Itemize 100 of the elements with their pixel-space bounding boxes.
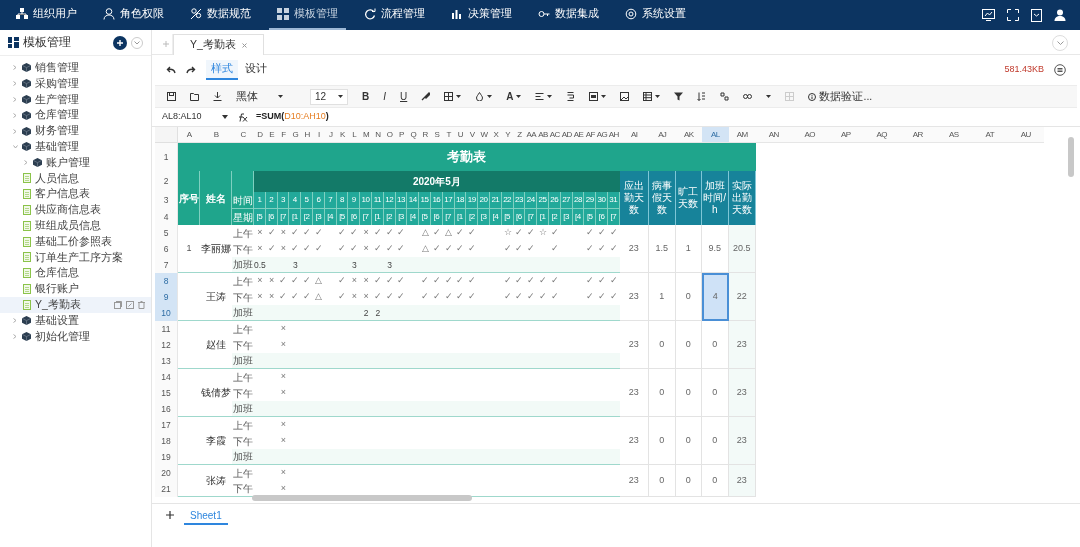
tree-item[interactable]: 生产管理 xyxy=(0,91,151,108)
tree-item[interactable]: 基础管理 xyxy=(0,139,151,155)
mode-tab[interactable]: 设计 xyxy=(240,60,272,80)
attendance-mark: ✓ xyxy=(290,226,301,240)
attendance-mark: ✓ xyxy=(514,226,525,240)
nav-tab[interactable]: 组织用户 xyxy=(8,0,85,30)
nav-tab[interactable]: 模板管理 xyxy=(269,0,346,30)
attendance-mark: ✓ xyxy=(420,274,431,288)
key-icon xyxy=(538,8,550,20)
align-icon xyxy=(535,92,545,101)
attendance-mark: ✓ xyxy=(585,242,596,256)
day-header: 24 xyxy=(525,192,538,209)
tree-item[interactable]: 财务管理 xyxy=(0,123,151,139)
cube-icon xyxy=(22,331,31,341)
bold-button[interactable]: B xyxy=(362,89,370,104)
table-cell: 0 xyxy=(648,465,676,497)
attendance-mark: ✓ xyxy=(597,226,607,240)
table-cell: 0 xyxy=(701,465,729,497)
menu-icon[interactable] xyxy=(1054,64,1066,76)
attendance-mark: ✓ xyxy=(396,242,407,256)
folder-icon xyxy=(190,92,199,101)
tree-item[interactable]: 人员信息 xyxy=(0,170,151,187)
column-header: W xyxy=(478,127,490,143)
redo-icon[interactable] xyxy=(186,66,196,74)
cell-reference[interactable]: AL8:AL10 xyxy=(162,110,214,124)
font-color-button[interactable]: A xyxy=(506,89,522,104)
nav-tab[interactable]: 决策管理 xyxy=(443,0,520,30)
fullscreen-icon[interactable] xyxy=(1007,9,1019,21)
formula-field[interactable]: =SUM(D10:AH10) xyxy=(256,110,329,124)
nav-tab[interactable]: 数据集成 xyxy=(530,0,607,30)
nav-tab[interactable]: 流程管理 xyxy=(356,0,433,30)
attendance-mark: ✓ xyxy=(467,242,478,256)
weekday-header: [5 xyxy=(254,209,266,225)
attendance-mark: ✓ xyxy=(597,274,607,288)
edit-icon[interactable] xyxy=(126,300,134,309)
attendance-mark: ✓ xyxy=(266,226,277,240)
disabled-grid-icon xyxy=(785,92,795,101)
tree-item[interactable]: 客户信息表 xyxy=(0,186,151,203)
font-dropdown[interactable]: 黑体 xyxy=(236,88,296,105)
file-size: 581.43KB xyxy=(1004,63,1044,77)
attendance-mark: ✓ xyxy=(538,274,548,288)
tree-item[interactable]: 仓库信息 xyxy=(0,265,151,282)
refresh-icon xyxy=(364,8,376,20)
sheet-icon xyxy=(23,173,31,184)
tree-item-label: 仓库管理 xyxy=(35,107,79,123)
column-header: AM xyxy=(728,127,756,143)
close-icon xyxy=(241,42,247,48)
day-header: 14 xyxy=(407,192,420,209)
attendance-mark: × xyxy=(279,386,288,400)
table-cell: 0 xyxy=(701,369,729,417)
tree-item[interactable]: 供应商信息表 xyxy=(0,202,151,218)
vertical-scrollbar[interactable] xyxy=(1068,137,1074,177)
undo-icon[interactable] xyxy=(166,66,176,74)
mode-tab[interactable]: 样式 xyxy=(206,60,238,80)
data-validation-button[interactable]: 数据验证... xyxy=(808,88,873,105)
tree-item[interactable]: Y_考勤表 xyxy=(0,296,151,313)
tree-item[interactable]: 销售管理 xyxy=(0,60,151,76)
tree-item[interactable]: 采购管理 xyxy=(0,75,151,92)
font-size-dropdown[interactable]: 12 xyxy=(310,88,348,105)
table-cell-text: 上午 xyxy=(232,466,254,481)
document-tab[interactable]: Y_考勤表 xyxy=(173,34,264,55)
dropdown-button[interactable] xyxy=(766,95,772,98)
tree-item[interactable]: 基础工价参照表 xyxy=(0,233,151,250)
italic-button[interactable]: I xyxy=(383,89,386,104)
delete-icon[interactable] xyxy=(138,300,145,309)
column-header: AI xyxy=(619,127,649,143)
cube-icon xyxy=(33,158,42,168)
table-cell: 23 xyxy=(728,321,756,369)
nav-tab[interactable]: 数据规范 xyxy=(182,0,259,30)
tree-item[interactable]: 班组成员信息 xyxy=(0,217,151,234)
attendance-mark: ✓ xyxy=(372,290,383,304)
attendance-mark: ✓ xyxy=(443,242,454,256)
tree-item-label: 账户管理 xyxy=(46,154,90,170)
monitor-chart-icon[interactable] xyxy=(982,9,995,21)
tree-item[interactable]: 仓库管理 xyxy=(0,107,151,124)
tree-item[interactable]: 初始化管理 xyxy=(0,328,151,345)
tree-item[interactable]: 订单生产工序方案 xyxy=(0,249,151,266)
table-cell: 23 xyxy=(728,369,756,417)
tree-item[interactable]: 账户管理 xyxy=(0,154,151,171)
table-cell-text: 上午 xyxy=(232,418,254,433)
attendance-mark: ✓ xyxy=(337,274,348,288)
underline-button[interactable]: U xyxy=(400,89,408,104)
user-avatar-icon[interactable] xyxy=(1054,9,1066,21)
table-cell-text: 3 xyxy=(350,258,358,272)
copy-icon[interactable] xyxy=(114,300,122,309)
horizontal-scrollbar[interactable] xyxy=(252,495,472,501)
nav-tab[interactable]: 系统设置 xyxy=(617,0,694,30)
attendance-mark: ✓ xyxy=(372,242,383,256)
add-sheet-icon[interactable] xyxy=(166,511,174,519)
row-header: 12 xyxy=(155,337,178,353)
caret-icon xyxy=(547,95,553,98)
column-header: AO xyxy=(791,127,828,143)
function-icon[interactable] xyxy=(236,112,248,122)
add-button[interactable] xyxy=(113,35,127,50)
table-cell: 1 xyxy=(648,273,676,321)
table-cell: 0 xyxy=(701,321,729,369)
nav-tab[interactable]: 角色权限 xyxy=(95,0,172,30)
tree-item[interactable]: 银行账户 xyxy=(0,281,151,297)
document-icon[interactable] xyxy=(1031,8,1042,22)
tree-item[interactable]: 基础设置 xyxy=(0,312,151,329)
